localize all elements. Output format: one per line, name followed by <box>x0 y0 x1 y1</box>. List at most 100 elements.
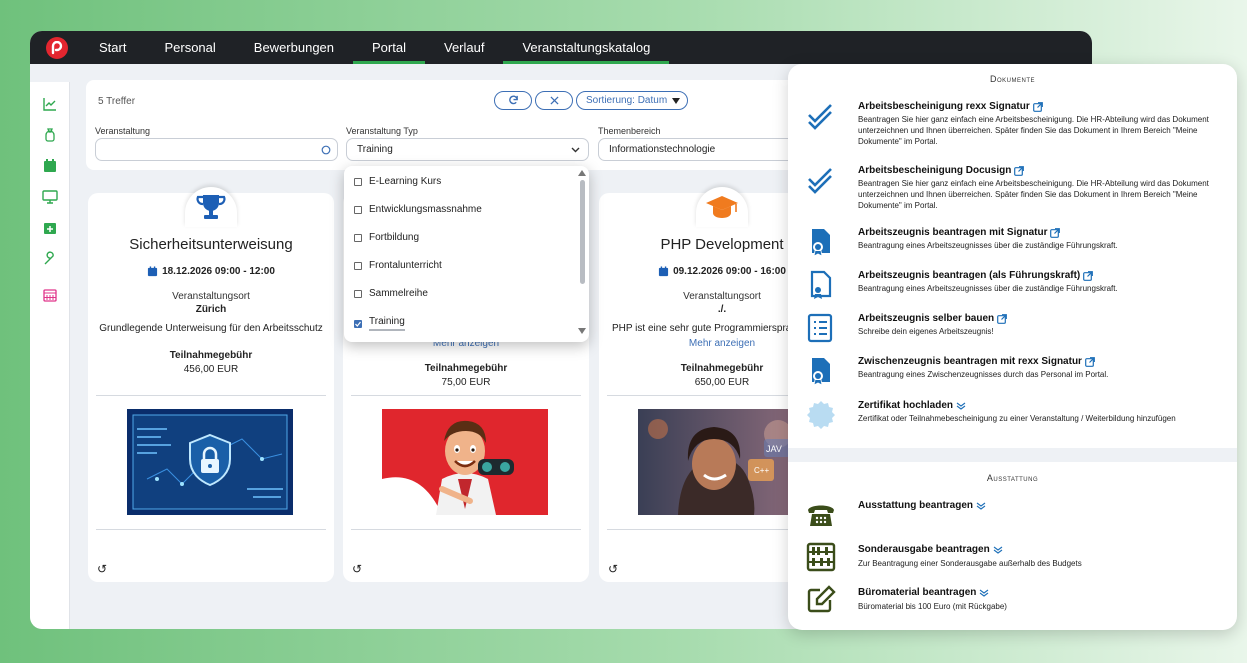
doc-arbeitsbescheinigung-docusign[interactable]: Arbeitsbescheinigung Docusign Beantragen… <box>806 165 1223 215</box>
doc-description: Beantragung eines Zwischenzeugnisses dur… <box>858 370 1109 379</box>
doc-zertifikat-hochladen[interactable]: Zertifikat hochladen Zertifikat oder Tei… <box>806 400 1223 436</box>
checkbox[interactable] <box>354 205 362 214</box>
equip-ausstattung-beantragen[interactable]: Ausstattung beantragen <box>806 500 1223 530</box>
event-card-php-development[interactable]: PHP Development 09.12.2026 09:00 - 16:00… <box>599 187 807 582</box>
doc-description: Zertifikat oder Teilnahmebescheinigung z… <box>858 414 1176 423</box>
type-dropdown-list[interactable]: E-Learning Kurs Entwicklungsmassnahme Fo… <box>344 166 589 342</box>
card-badge <box>185 187 237 227</box>
undo-icon[interactable]: ↺ <box>608 562 618 576</box>
option-fortbildung[interactable]: Fortbildung <box>354 232 419 243</box>
checkbox[interactable] <box>354 233 362 242</box>
label-themenbereich: Themenbereich <box>598 126 661 136</box>
doc-arbeitszeugnis-fuehrungskraft[interactable]: Arbeitszeugnis beantragen (als Führungsk… <box>806 270 1223 306</box>
svg-text:JAV: JAV <box>766 444 782 454</box>
label-veranstaltung-typ: Veranstaltung Typ <box>346 126 418 136</box>
nav-portal[interactable]: Portal <box>353 31 425 64</box>
dropdown-scrollbar[interactable] <box>580 180 585 284</box>
veranstaltung-typ-select[interactable]: Training <box>346 138 589 161</box>
scroll-up-icon[interactable] <box>578 170 586 176</box>
equip-name[interactable]: Sonderausgabe beantragen <box>858 544 1003 555</box>
external-link-icon[interactable] <box>997 313 1008 324</box>
equip-sonderausgabe-beantragen[interactable]: Sonderausgabe beantragen Zur Beantragung… <box>806 542 1223 574</box>
option-training[interactable]: Training <box>354 316 405 331</box>
external-link-icon[interactable] <box>1083 270 1094 281</box>
card-badge <box>696 187 748 227</box>
chevron-down-icon[interactable] <box>993 546 1003 554</box>
money-bag-icon[interactable] <box>42 127 58 143</box>
chevron-down-icon[interactable] <box>979 589 989 597</box>
card-location-label: Veranstaltungsort <box>172 291 250 302</box>
checkbox[interactable] <box>354 289 362 298</box>
trophy-icon <box>196 195 226 219</box>
external-link-icon[interactable] <box>1085 356 1095 367</box>
undo-icon[interactable]: ↺ <box>352 562 362 576</box>
scroll-down-icon[interactable] <box>578 328 586 334</box>
security-image <box>127 409 293 515</box>
nav-veranstaltungskatalog[interactable]: Veranstaltungskatalog <box>503 31 670 64</box>
card-date: 18.12.2026 09:00 - 12:00 <box>88 266 334 277</box>
doc-name[interactable]: Arbeitsbescheinigung Docusign <box>858 165 1025 176</box>
chevron-down-icon[interactable] <box>956 402 966 410</box>
phone-icon <box>808 505 834 526</box>
chevron-down-icon[interactable] <box>976 502 986 510</box>
option-sammelreihe[interactable]: Sammelreihe <box>354 288 428 299</box>
option-frontalunterricht[interactable]: Frontalunterricht <box>354 260 442 271</box>
rexx-logo-icon[interactable] <box>46 36 68 59</box>
refresh-button[interactable] <box>494 91 532 110</box>
equip-description: Zur Beantragung einer Sonderausgabe auße… <box>858 559 1082 568</box>
option-entwicklungsmassnahme[interactable]: Entwicklungsmassnahme <box>354 204 482 215</box>
top-navigation: Start Personal Bewerbungen Portal Verlau… <box>30 31 1092 64</box>
veranstaltung-input[interactable] <box>95 138 338 161</box>
doc-arbeitsbescheinigung-rexx[interactable]: Arbeitsbescheinigung rexx Signatur Beant… <box>806 101 1223 151</box>
section-title-equipment: Ausstattung <box>986 473 1039 483</box>
external-link-icon[interactable] <box>1014 165 1025 176</box>
equip-name[interactable]: Büromaterial beantragen <box>858 587 989 598</box>
doc-arbeitszeugnis-signatur[interactable]: Arbeitszeugnis beantragen mit Signatur B… <box>806 227 1223 263</box>
doc-name[interactable]: Arbeitszeugnis beantragen (als Führungsk… <box>858 270 1094 281</box>
doc-zwischenzeugnis[interactable]: Zwischenzeugnis beantragen mit rexx Sign… <box>806 356 1223 392</box>
themenbereich-select[interactable]: Informationstechnologie <box>598 138 796 161</box>
monitor-icon[interactable] <box>42 189 58 205</box>
panel-divider <box>788 448 1237 462</box>
calendar-icon[interactable] <box>42 158 58 174</box>
doc-name[interactable]: Arbeitszeugnis beantragen mit Signatur <box>858 227 1061 238</box>
close-icon <box>549 96 559 105</box>
doc-description: Beantragen Sie hier ganz einfach eine Ar… <box>858 179 1209 210</box>
checkbox[interactable] <box>354 261 362 270</box>
nav-start[interactable]: Start <box>80 31 145 64</box>
abacus-icon <box>806 542 836 572</box>
equip-bueromaterial-beantragen[interactable]: Büromaterial beantragen Büromaterial bis… <box>806 585 1223 617</box>
calendar-icon <box>658 266 669 277</box>
event-card-sicherheitsunterweisung[interactable]: Sicherheitsunterweisung 18.12.2026 09:00… <box>88 187 334 582</box>
doc-name[interactable]: Zwischenzeugnis beantragen mit rexx Sign… <box>858 356 1095 367</box>
clear-button[interactable] <box>535 91 573 110</box>
doc-name[interactable]: Arbeitszeugnis selber bauen <box>858 313 1008 324</box>
card-divider <box>96 395 326 396</box>
doc-arbeitszeugnis-selber-bauen[interactable]: Arbeitszeugnis selber bauen Schreibe dei… <box>806 313 1223 349</box>
external-link-icon[interactable] <box>1050 227 1061 238</box>
option-e-learning-kurs[interactable]: E-Learning Kurs <box>354 176 441 187</box>
calendar-plus-icon[interactable] <box>42 220 58 236</box>
selected-topic: Informationstechnologie <box>609 144 716 155</box>
card-divider <box>351 395 581 396</box>
card-divider <box>607 529 799 530</box>
calendar-grid-icon[interactable] <box>42 287 58 303</box>
checkbox-checked[interactable] <box>354 319 362 328</box>
chevron-down-icon <box>571 147 580 153</box>
doc-name[interactable]: Zertifikat hochladen <box>858 400 966 411</box>
nav-bewerbungen[interactable]: Bewerbungen <box>235 31 353 64</box>
card-fee-label: Teilnahmegebühr <box>169 350 253 361</box>
external-link-icon[interactable] <box>1032 101 1043 112</box>
checkbox[interactable] <box>354 177 362 186</box>
certificate-file-icon <box>812 229 830 257</box>
undo-icon[interactable]: ↺ <box>97 562 107 576</box>
nav-verlauf[interactable]: Verlauf <box>425 31 503 64</box>
sort-button[interactable]: Sortierung: Datum <box>576 91 688 110</box>
doc-name[interactable]: Arbeitsbescheinigung rexx Signatur <box>858 101 1043 112</box>
refresh-icon <box>508 95 518 105</box>
chart-line-icon[interactable] <box>42 96 58 112</box>
equip-name[interactable]: Ausstattung beantragen <box>858 500 986 511</box>
section-title-documents: Dokumente <box>989 74 1035 84</box>
wrench-icon[interactable] <box>42 251 58 267</box>
nav-personal[interactable]: Personal <box>145 31 234 64</box>
